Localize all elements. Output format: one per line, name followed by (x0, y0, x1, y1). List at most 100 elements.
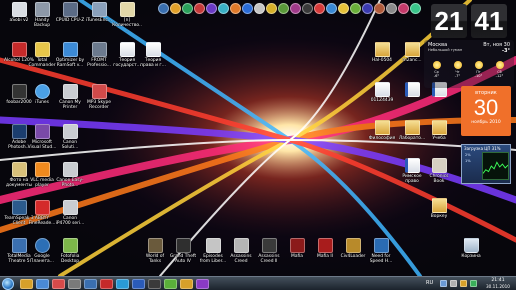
teoria-prava-icon[interactable]: Теория права и г... (138, 42, 168, 68)
mafia-image (289, 238, 305, 253)
flag-icon[interactable] (460, 280, 467, 287)
app-icon[interactable] (206, 3, 217, 14)
app-icon[interactable] (182, 3, 193, 14)
app-icon[interactable] (170, 3, 181, 14)
sun-icon (495, 61, 504, 69)
vlc-icon[interactable]: VLC media player (27, 162, 57, 188)
fotofolia-icon[interactable]: Fotofolia Desktop (55, 238, 85, 264)
tray-date[interactable]: 30.11.2010 (484, 284, 512, 289)
cpuid-icon[interactable]: CPUID CPU-Z (55, 2, 85, 23)
taskbar-app[interactable] (84, 279, 97, 289)
taskbar-app[interactable] (148, 279, 161, 289)
tray-time[interactable]: 21:41 (484, 278, 512, 283)
google-earth-icon[interactable]: Google Планета... (27, 238, 57, 264)
word-file-1-icon[interactable] (397, 82, 427, 98)
app-icon[interactable] (314, 3, 325, 14)
rimskoe-icon[interactable]: Римское право (397, 158, 427, 184)
app-icon[interactable] (338, 3, 349, 14)
mafia2-icon[interactable]: Mafia II (310, 238, 340, 259)
taskbar-app[interactable] (180, 279, 193, 289)
cpu-header: Загрузка ЦП 31% (464, 146, 501, 151)
mp3-skype-icon[interactable]: MP3 Skype Recorder (84, 84, 114, 110)
mafia-icon[interactable]: Mafia (282, 238, 312, 259)
canon-solution-icon[interactable]: Canon Soluti... (55, 124, 85, 150)
ac2-icon[interactable]: Assassins Creed II (254, 238, 284, 264)
cpu-core-1: 2% (465, 153, 471, 157)
ucheba-icon[interactable]: Учеба (424, 120, 454, 141)
cpuid-image (62, 2, 78, 17)
app-icon[interactable] (266, 3, 277, 14)
app-icon[interactable] (398, 3, 409, 14)
app-icon[interactable] (254, 3, 265, 14)
document-icon (119, 42, 135, 57)
app-icon[interactable] (242, 3, 253, 14)
photoshop-image (11, 124, 27, 139)
itunes-enc-icon[interactable]: iTunesEnc... (84, 2, 114, 23)
trash-icon[interactable]: Корзина (456, 238, 486, 259)
vorkeit-icon[interactable]: Воркеу (424, 198, 454, 219)
canon-my-printer-icon[interactable]: Canon My Printer (55, 84, 85, 110)
totalmedia-image (11, 238, 27, 253)
fromt-icon[interactable]: FROMT Professio... (84, 42, 114, 68)
app-icon[interactable] (326, 3, 337, 14)
taskbar-app[interactable] (20, 279, 33, 289)
ac1-icon[interactable]: Assassins Creed (226, 238, 256, 264)
nfs-image (373, 238, 389, 253)
app-icon[interactable] (218, 3, 229, 14)
optimizer-icon[interactable]: Optimizer by RamSoft v... (55, 42, 85, 68)
foobar-image (11, 84, 27, 99)
laborato-icon[interactable]: Лаборато... (397, 120, 427, 141)
taskbar-app[interactable] (116, 279, 129, 289)
itunes-icon[interactable]: iTunes (27, 84, 57, 105)
app-icon[interactable] (410, 3, 421, 14)
episodes-icon[interactable]: Episodes from Liber... (198, 238, 228, 264)
app-icon[interactable] (362, 3, 373, 14)
ac2-image (261, 238, 277, 253)
taskbar-app[interactable] (36, 279, 49, 289)
start-button[interactable] (2, 278, 14, 290)
language-indicator[interactable]: RU (426, 280, 433, 286)
volume-icon[interactable] (450, 280, 457, 287)
ac1-image (233, 238, 249, 253)
gta4-icon[interactable]: Grand Theft Auto IV (168, 238, 198, 264)
app-icon[interactable] (278, 3, 289, 14)
m2anc-icon[interactable]: m2anc... (397, 42, 427, 63)
cpu-meter-gadget[interactable]: Загрузка ЦП 31% 2% 1% (461, 144, 511, 184)
tray-app-icon[interactable] (470, 280, 477, 287)
chronics-icon[interactable]: Chronics Book (424, 158, 454, 184)
mp3-skype-image (91, 84, 107, 99)
weather-gadget[interactable]: Москва Небольшой туман Вт, ноя 30 -3° Ср… (424, 40, 514, 88)
handy-backup-icon[interactable]: Handy Backup (27, 2, 57, 28)
taskbar-app[interactable] (68, 279, 81, 289)
taskbar-app[interactable] (164, 279, 177, 289)
app-icon[interactable] (386, 3, 397, 14)
calendar-gadget[interactable]: вторник 30 ноябрь 2010 (461, 86, 511, 136)
world-of-tanks-icon[interactable]: World of Tanks (140, 238, 170, 264)
weather-temp: -3° (501, 48, 510, 54)
canon-easy-icon[interactable]: Canon Easy-Photo... (55, 162, 85, 188)
t-0114-icon[interactable]: 011Z4439 (367, 82, 397, 103)
app-icon[interactable] (158, 3, 169, 14)
app-icon[interactable] (194, 3, 205, 14)
app-icon[interactable] (374, 3, 385, 14)
app-icon[interactable] (230, 3, 241, 14)
total-commander-icon[interactable]: Total Commander (27, 42, 57, 68)
filosofia-icon[interactable]: Философия (367, 120, 397, 141)
alcohol-image (11, 42, 27, 57)
visual-studio-image (34, 124, 50, 139)
kolichestvo-icon[interactable]: [n] Количество... (112, 2, 142, 33)
network-icon[interactable] (440, 280, 447, 287)
app-icon[interactable] (290, 3, 301, 14)
taskbar-app[interactable] (196, 279, 209, 289)
civ4-icon[interactable]: Civ4Loader (338, 238, 368, 259)
ms-visual-studio-icon[interactable]: Microsoft Visual Stud... (27, 124, 57, 150)
taskbar-app[interactable] (132, 279, 145, 289)
taskbar-app[interactable] (100, 279, 113, 289)
abbyy-icon[interactable]: ABBYY FineReade... (27, 200, 57, 226)
app-icon[interactable] (302, 3, 313, 14)
canon-ip4700-icon[interactable]: Canon iP4700 seri... (55, 200, 85, 226)
app-icon[interactable] (350, 3, 361, 14)
taskbar-app[interactable] (52, 279, 65, 289)
nfs-icon[interactable]: Need for Speed H... (366, 238, 396, 264)
hal-0504-icon[interactable]: Hal-0504 (367, 42, 397, 63)
